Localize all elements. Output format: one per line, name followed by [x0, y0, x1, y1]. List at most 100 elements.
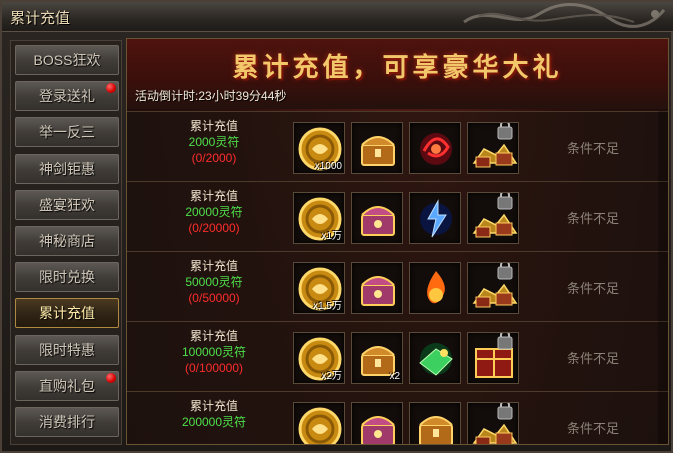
window-title: 累计充值 [10, 10, 71, 27]
tier-label: 累计充值 [189, 119, 238, 133]
reward-row: 累计充值 2000灵符 (0/2000) x1000 条件不足 [127, 111, 668, 181]
gold-chest-icon [410, 403, 460, 444]
claim-status[interactable]: 条件不足 [567, 208, 619, 227]
gem-chest-icon [352, 403, 402, 444]
scrollbar[interactable] [658, 111, 668, 444]
dragon-ornament-icon [463, 2, 666, 28]
reward-row: 累计充值 20000灵符 (0/20000) x1万 条件不足 [127, 181, 668, 251]
tier-amount: 100000灵符 [181, 345, 247, 359]
reward-slot[interactable] [467, 402, 519, 444]
red-swirl-orb-icon [410, 123, 460, 175]
gem-chest-icon [352, 263, 402, 315]
tier-amount: 50000灵符 [185, 275, 243, 289]
main-panel: 累计充值，可享豪华大礼 活动倒计时:23小时39分44秒 累计充值 2000灵符 (… [126, 38, 669, 445]
sidebar-item[interactable]: 神秘商店 [15, 226, 119, 256]
reward-slot[interactable] [351, 122, 403, 174]
reward-slot[interactable] [409, 122, 461, 174]
sidebar-item-label: 累计充值 [39, 305, 95, 322]
sidebar-item-label: 神秘商店 [39, 233, 95, 249]
sidebar: BOSS狂欢 登录送礼举一反三神剑钜惠盛宴狂欢神秘商店限时兑换累计充值限时特惠直购… [10, 40, 122, 445]
tier-label: 累计充值 [189, 329, 238, 343]
sidebar-item[interactable]: 神剑钜惠 [15, 153, 119, 184]
notification-dot-icon [106, 372, 116, 383]
item-quantity: x2 [389, 371, 400, 382]
sidebar-item[interactable]: 限时兑换 [15, 262, 119, 293]
reward-slot[interactable] [409, 192, 461, 244]
treasure-pile-icon [468, 263, 518, 315]
sidebar-item-label: 直购礼包 [39, 377, 95, 394]
reward-slot[interactable] [409, 402, 461, 444]
reward-slot[interactable] [467, 192, 519, 244]
blue-lightning-icon [410, 193, 460, 245]
sidebar-item-label: 登录送礼 [39, 88, 95, 105]
claim-status[interactable]: 条件不足 [567, 278, 619, 297]
sidebar-item-label: 消费排行 [39, 414, 95, 430]
reward-row: 累计充值 200000灵符 条件不足 [127, 391, 668, 444]
treasure-chest-icon [352, 123, 402, 175]
reward-slot[interactable]: x2 [351, 332, 403, 384]
sidebar-item-label: 限时特惠 [39, 341, 95, 358]
reward-slot[interactable]: x2万 [293, 332, 345, 384]
sidebar-item[interactable]: 消费排行 [15, 407, 119, 437]
reward-slot[interactable] [409, 332, 461, 384]
reward-slot[interactable] [351, 192, 403, 244]
reward-slot[interactable] [467, 262, 519, 314]
sidebar-item[interactable]: BOSS狂欢 [15, 45, 119, 75]
reward-slot[interactable]: x1000 [293, 122, 345, 174]
reward-slot[interactable] [351, 262, 403, 314]
sidebar-item[interactable]: 累计充值 [15, 298, 119, 329]
reward-list: 累计充值 2000灵符 (0/2000) x1000 条件不足 累计充值 20000灵符 (0… [127, 111, 668, 444]
locked-treasure-chest-icon [468, 123, 518, 175]
sidebar-item[interactable]: 直购礼包 [15, 370, 119, 401]
reward-tier-info: 累计充值 50000灵符 (0/50000) [159, 258, 269, 306]
sidebar-item[interactable]: 举一反三 [15, 117, 119, 148]
reward-tier-info: 累计充值 200000灵符 [159, 398, 269, 430]
sidebar-item[interactable]: 盛宴狂欢 [15, 189, 119, 220]
item-quantity: x1万 [321, 231, 342, 242]
flame-emblem-icon [410, 263, 460, 315]
reward-slot[interactable] [409, 262, 461, 314]
sidebar-item-label: 举一反三 [39, 124, 95, 141]
item-quantity: x2万 [321, 371, 342, 382]
gold-coin-icon [294, 403, 344, 444]
tier-progress: (0/20000) [188, 221, 240, 235]
tier-progress: (0/50000) [188, 291, 240, 305]
title-bar[interactable]: 累计充值 [2, 2, 673, 32]
recharge-window: 累计充值 BOSS狂欢 登录送礼 举一反三 神剑钜惠 盛宴狂欢 神秘商店 限时兑换 累计充值限… [0, 0, 673, 453]
claim-status[interactable]: 条件不足 [567, 418, 619, 437]
reward-slot[interactable] [351, 402, 403, 444]
reward-tier-info: 累计充值 2000灵符 (0/2000) [159, 118, 269, 166]
sidebar-item-label: 盛宴狂欢 [39, 196, 95, 213]
tier-label: 累计充值 [189, 189, 238, 203]
item-quantity: x1.5万 [313, 301, 342, 312]
reward-slot[interactable] [467, 122, 519, 174]
tier-progress: (0/2000) [191, 151, 237, 165]
tier-amount: 200000灵符 [181, 415, 247, 429]
sidebar-item-label: 神剑钜惠 [39, 160, 95, 177]
tier-label: 累计充值 [189, 259, 238, 273]
tier-label: 累计充值 [189, 399, 238, 413]
item-quantity: x1000 [314, 161, 342, 172]
tier-amount: 20000灵符 [185, 205, 243, 219]
claim-status[interactable]: 条件不足 [567, 348, 619, 367]
sidebar-item-label: BOSS狂欢 [33, 52, 101, 68]
reward-slot[interactable]: x1.5万 [293, 262, 345, 314]
sidebar-item[interactable]: 登录送礼 [15, 81, 119, 112]
sidebar-item-label: 限时兑换 [39, 269, 95, 286]
reward-tier-info: 累计充值 20000灵符 (0/20000) [159, 188, 269, 236]
banner-title: 累计充值，可享豪华大礼 [232, 53, 563, 83]
gem-chest-icon [352, 193, 402, 245]
tier-progress: (0/100000) [184, 361, 244, 375]
reward-row: 累计充值 50000灵符 (0/50000) x1.5万 条件不足 [127, 251, 668, 321]
banner: 累计充值，可享豪华大礼 活动倒计时:23小时39分44秒 [127, 39, 668, 109]
reward-row: 累计充值 100000灵符 (0/100000) x2万 x2 条件不足 [127, 321, 668, 391]
reward-slot[interactable]: x1万 [293, 192, 345, 244]
reward-slot[interactable] [467, 332, 519, 384]
claim-status[interactable]: 条件不足 [567, 138, 619, 157]
tier-amount: 2000灵符 [188, 135, 240, 149]
reward-slot[interactable] [293, 402, 345, 444]
red-treasure-box-icon [468, 333, 518, 385]
notification-dot-icon [106, 83, 116, 94]
green-gem-flare-icon [410, 333, 460, 385]
sidebar-item[interactable]: 限时特惠 [15, 334, 119, 365]
